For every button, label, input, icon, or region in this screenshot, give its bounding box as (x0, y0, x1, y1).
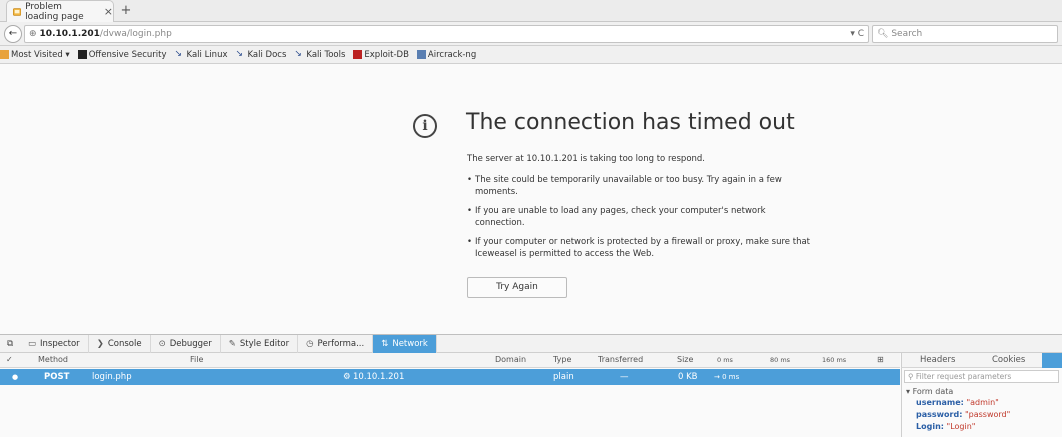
search-input[interactable]: 🔍︎ Search (872, 25, 1058, 43)
tab-style-editor[interactable]: ✎ Style Editor (221, 334, 299, 353)
column-file[interactable]: File (190, 355, 203, 364)
column-check: ✓ (6, 355, 13, 364)
tab-strip: Problem loading page × + (0, 0, 1062, 22)
suggestion-item: If you are unable to load any pages, che… (467, 205, 812, 229)
request-timing: → 0 ms (714, 373, 740, 381)
suggestion-item: The site could be temporarily unavailabl… (467, 174, 812, 198)
request-method: POST (44, 372, 70, 382)
tab-network[interactable]: ⇅ Network (373, 334, 437, 353)
form-data-header[interactable]: ▾ Form data (906, 387, 953, 396)
request-type: plain (553, 372, 574, 382)
kali-dragon-icon: ↘ (294, 49, 302, 59)
info-icon: i (413, 114, 437, 138)
column-domain[interactable]: Domain (495, 355, 526, 364)
column-type[interactable]: Type (553, 355, 571, 364)
request-details-tabs: Headers Cookies (901, 353, 1062, 368)
console-icon: ❯ (96, 338, 104, 349)
bookmark-folder-icon (0, 50, 9, 59)
search-placeholder: Search (891, 29, 923, 39)
bookmark-kali-docs[interactable]: ↘ Kali Docs (236, 50, 287, 60)
tab-performance[interactable]: ◷ Performa... (298, 334, 374, 353)
kali-dragon-icon: ↘ (235, 49, 244, 59)
network-icon: ⇅ (381, 338, 389, 349)
inspector-icon: ▭ (28, 338, 37, 349)
debugger-icon: ⊙ (158, 338, 166, 349)
warning-icon (13, 7, 22, 16)
bookmark-aircrack-ng[interactable]: Aircrack-ng (416, 50, 476, 60)
request-domain: 10.10.1.201 (353, 372, 405, 382)
tab-close-icon[interactable]: × (104, 5, 113, 18)
toggle-sidebar-icon[interactable]: ⊞ (877, 355, 884, 364)
aircrack-icon (416, 50, 426, 59)
globe-icon: ⊕ (29, 29, 37, 39)
timeline-tick: 160 ms (822, 356, 847, 364)
form-param-username: username: "admin" (916, 398, 999, 407)
tab-debugger[interactable]: ⊙ Debugger (151, 334, 221, 353)
bookmark-exploit-db[interactable]: Exploit-DB (353, 50, 409, 60)
filter-placeholder: Filter request parameters (915, 372, 1012, 381)
exploit-db-icon (353, 50, 363, 59)
page-content: i The connection has timed out The serve… (0, 64, 1062, 334)
form-param-login: Login: "Login" (916, 422, 976, 431)
request-file: login.php (92, 372, 132, 382)
status-dot-icon: ● (12, 373, 19, 381)
collapse-arrow-icon: ▾ (906, 387, 911, 396)
suggestion-item: If your computer or network is protected… (467, 236, 812, 260)
request-size: 0 KB (678, 372, 698, 382)
style-editor-icon: ✎ (228, 338, 236, 349)
form-param-password: password: "password" (916, 410, 1011, 419)
url-host: 10.10.1.201 (39, 29, 100, 39)
timeline-tick: 0 ms (717, 356, 733, 364)
tab-problem-loading[interactable]: Problem loading page × (6, 0, 114, 22)
bookmarks-toolbar: Most Visited ▾ Offensive Security ↘ Kali … (0, 46, 1062, 64)
request-transferred: — (620, 372, 629, 382)
filter-icon: ⚲ (908, 372, 914, 381)
url-path: /dvwa/login.php (99, 29, 172, 39)
tab-params-highlight[interactable] (1042, 353, 1062, 368)
new-tab-button[interactable]: + (118, 3, 134, 19)
url-bar[interactable]: ⊕ 10.10.1.201/dvwa/login.php ▾ C (24, 25, 869, 43)
request-details-panel: ⚲ Filter request parameters ▾ Form data … (901, 368, 1062, 437)
offsec-icon (77, 50, 87, 59)
bookmark-most-visited[interactable]: Most Visited ▾ (0, 50, 70, 60)
bookmark-offensive-security[interactable]: Offensive Security (77, 50, 167, 60)
filter-params-input[interactable]: ⚲ Filter request parameters (904, 370, 1059, 383)
tab-title: Problem loading page (25, 1, 84, 22)
timeline-tick: 80 ms (770, 356, 791, 364)
navigation-bar: ← ⊕ 10.10.1.201/dvwa/login.php ▾ C 🔍︎ Sea… (0, 22, 1062, 46)
column-size[interactable]: Size (677, 355, 693, 364)
error-suggestions: The site could be temporarily unavailabl… (467, 174, 812, 267)
tab-cookies[interactable]: Cookies (992, 355, 1025, 365)
network-request-row[interactable]: ● POST login.php ⚙ 10.10.1.201 plain — 0… (0, 369, 900, 385)
element-picker-icon[interactable]: ⧉ (0, 339, 20, 349)
error-title: The connection has timed out (466, 110, 795, 135)
network-empty-area (0, 385, 900, 437)
error-description: The server at 10.10.1.201 is taking too … (467, 154, 705, 164)
tab-headers[interactable]: Headers (920, 355, 955, 365)
bookmark-kali-linux[interactable]: ↘ Kali Linux (175, 50, 228, 60)
request-domain-icon: ⚙ (343, 372, 351, 382)
try-again-button[interactable]: Try Again (467, 277, 567, 298)
column-method[interactable]: Method (38, 355, 68, 364)
devtools-toolbar: ⧉ ▭ Inspector ❯ Console ⊙ Debugger ✎ Style E… (0, 334, 1062, 353)
search-icon: 🔍︎ (877, 29, 889, 39)
reload-icon[interactable]: ▾ C (850, 26, 864, 42)
performance-icon: ◷ (306, 338, 314, 349)
network-table-header: ✓ Method File Domain Type Transferred Si… (0, 353, 900, 368)
column-transferred[interactable]: Transferred (598, 355, 643, 364)
kali-dragon-icon: ↘ (174, 49, 183, 59)
back-button[interactable]: ← (4, 25, 22, 43)
tab-inspector[interactable]: ▭ Inspector (20, 334, 89, 353)
bookmark-kali-tools[interactable]: ↘ Kali Tools (294, 50, 345, 60)
tab-console[interactable]: ❯ Console (89, 334, 151, 353)
